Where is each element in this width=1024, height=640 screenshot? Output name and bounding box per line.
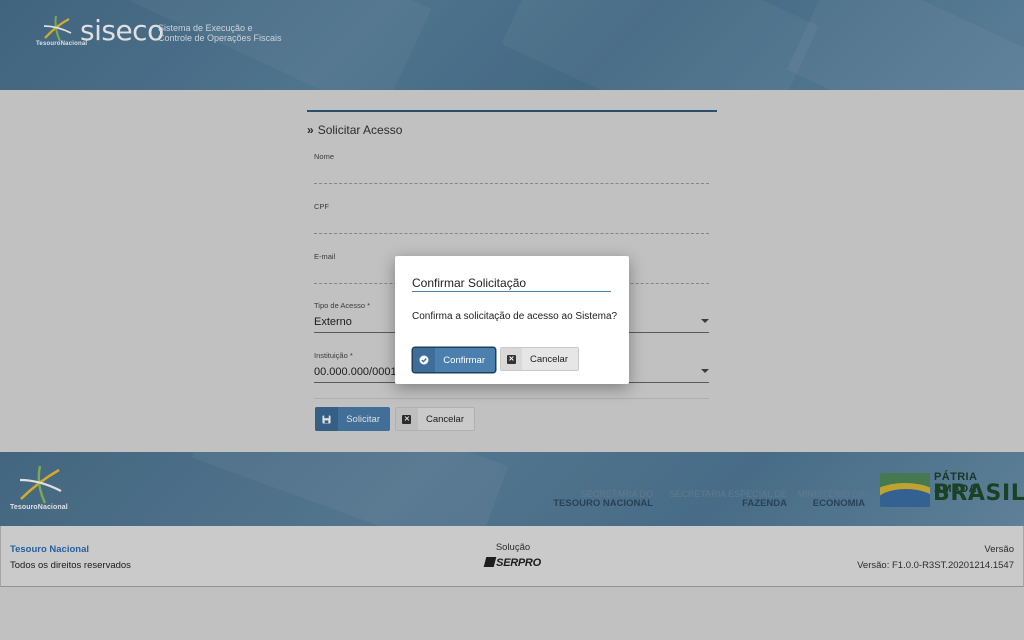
cancelar-dialog-button[interactable]: ✕ Cancelar [500,347,579,371]
close-icon: ✕ [501,348,522,370]
confirmar-button[interactable]: Confirmar [413,348,495,372]
check-circle-icon [413,348,436,372]
confirm-dialog: Confirmar Solicitação Confirma a solicit… [395,256,629,384]
dialog-message: Confirma a solicitação de acesso ao Sist… [412,311,618,322]
dialog-title: Confirmar Solicitação [412,276,611,292]
